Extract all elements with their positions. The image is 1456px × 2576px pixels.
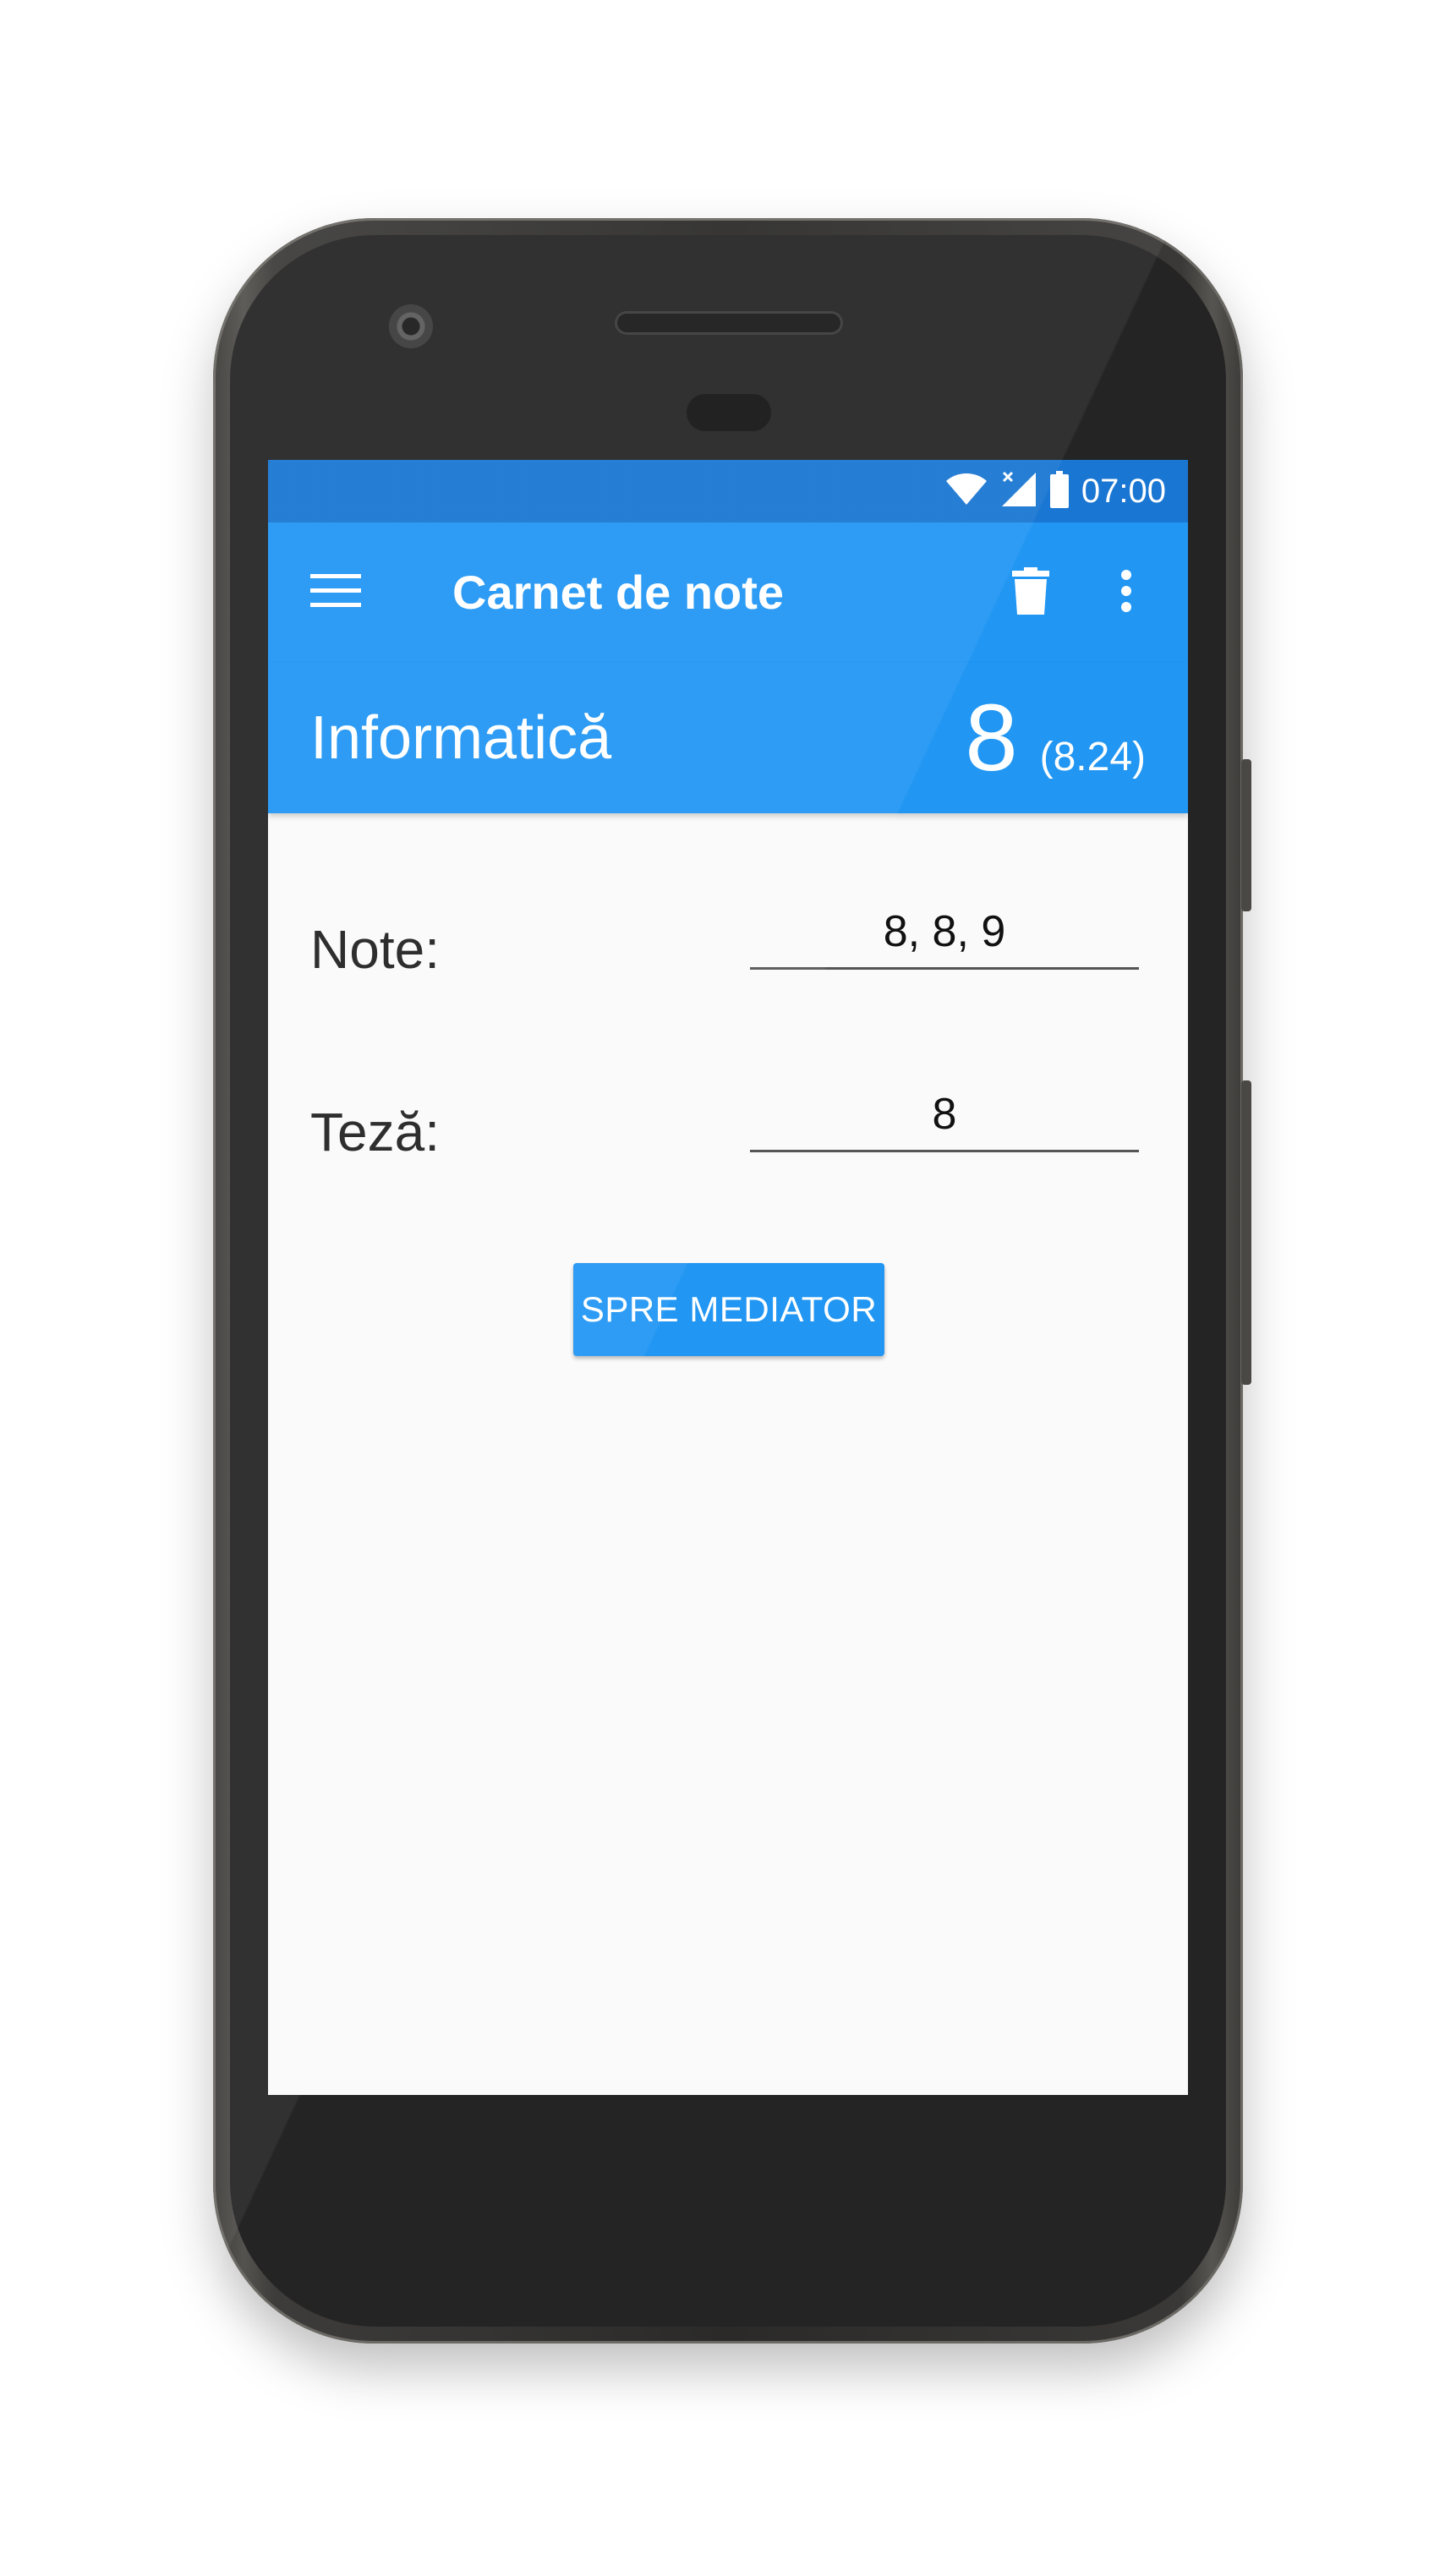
thesis-field[interactable]	[750, 1079, 1139, 1152]
status-time: 07:00	[1081, 472, 1166, 510]
signal-no-data-icon	[1000, 471, 1037, 512]
status-bar: 07:00	[268, 460, 1188, 522]
status-icons: 07:00	[944, 460, 1166, 522]
hamburger-menu-icon	[310, 572, 361, 614]
grades-field[interactable]	[750, 896, 1139, 970]
app-screen: 07:00 Carnet de note Informatică 8 (8.24…	[268, 460, 1188, 2095]
grades-form: Note: Teză: SPRE MEDIATOR	[268, 813, 1188, 2095]
final-grade: 8	[965, 685, 1018, 790]
more-vertical-icon	[1120, 569, 1132, 616]
menu-button[interactable]	[302, 559, 369, 626]
trash-icon	[1012, 566, 1049, 619]
delete-button[interactable]	[997, 559, 1065, 626]
wifi-icon	[944, 473, 988, 511]
proximity-sensor	[687, 394, 771, 431]
thesis-input[interactable]	[750, 1079, 1139, 1150]
thesis-label: Teză:	[310, 1102, 440, 1162]
subject-header: Informatică 8 (8.24)	[268, 663, 1188, 813]
average-grade: (8.24)	[1039, 735, 1146, 779]
grades-label: Note:	[310, 919, 440, 980]
battery-icon	[1049, 470, 1070, 512]
front-camera	[389, 304, 433, 348]
mockup-stage: 07:00 Carnet de note Informatică 8 (8.24…	[0, 0, 1456, 2576]
power-button	[1241, 759, 1251, 911]
app-bar: Carnet de note	[268, 522, 1188, 663]
grades-input[interactable]	[750, 896, 1139, 967]
volume-button	[1241, 1080, 1251, 1385]
subject-name: Informatică	[310, 704, 612, 772]
app-title: Carnet de note	[452, 566, 785, 619]
overflow-menu-button[interactable]	[1101, 559, 1152, 626]
earpiece-speaker	[615, 311, 843, 335]
grade-summary: 8 (8.24)	[965, 683, 1146, 793]
send-to-mediator-button[interactable]: SPRE MEDIATOR	[573, 1263, 884, 1356]
